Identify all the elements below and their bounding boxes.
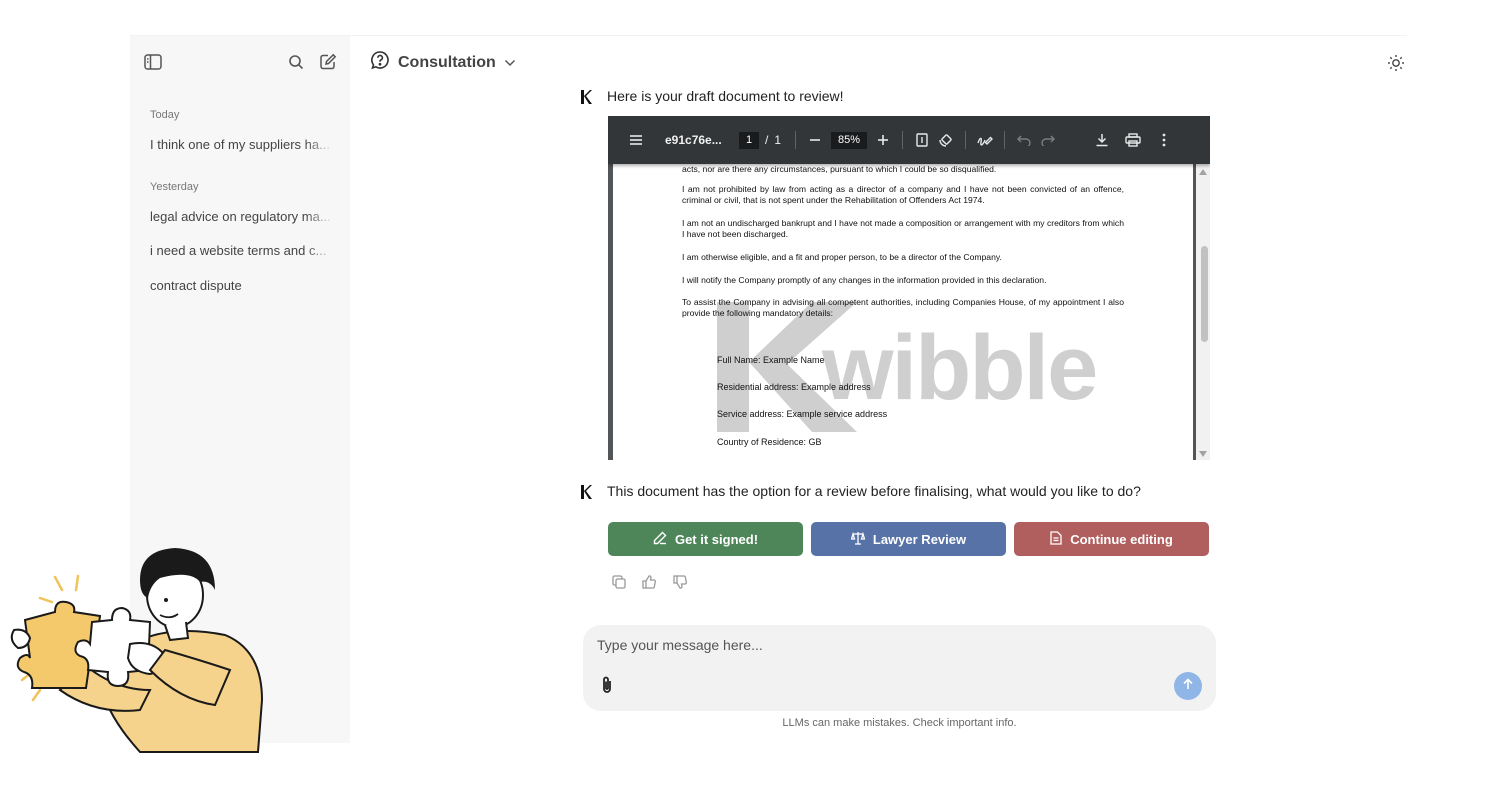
sidebar-item-label: i need a website terms and c... xyxy=(150,243,327,258)
message-composer: Type your message here... xyxy=(583,625,1216,711)
thumbs-up-icon[interactable] xyxy=(641,574,657,590)
message-text: Here is your draft document to review! xyxy=(607,88,844,104)
pdf-filename: e91c76e... xyxy=(665,133,722,147)
sun-icon[interactable] xyxy=(1385,52,1407,74)
get-signed-button[interactable]: Get it signed! xyxy=(608,522,803,556)
rotate-icon[interactable] xyxy=(934,128,958,152)
search-icon[interactable] xyxy=(285,51,307,73)
lawyer-review-label: Lawyer Review xyxy=(872,531,967,547)
pen-icon xyxy=(653,531,667,548)
page-number-input[interactable]: 1 xyxy=(739,131,759,149)
scroll-thumb[interactable] xyxy=(1201,246,1208,342)
send-button[interactable] xyxy=(1174,672,1202,700)
print-icon[interactable] xyxy=(1121,128,1145,152)
pdf-paragraph: I am not prohibited by law from acting a… xyxy=(682,184,1124,205)
pdf-paragraph: acts, nor are there any circumstances, p… xyxy=(682,164,997,174)
sidebar-item-chat[interactable]: i need a website terms and c... xyxy=(150,243,335,258)
watermark-text: wibble xyxy=(822,317,1098,419)
scroll-down-icon[interactable] xyxy=(1199,451,1207,457)
redo-icon[interactable] xyxy=(1036,128,1060,152)
assistant-logo-icon xyxy=(580,485,592,501)
paperclip-icon[interactable] xyxy=(597,674,617,696)
puzzle-person-illustration xyxy=(0,540,280,760)
pdf-paragraph: I am not an undischarged bankrupt and I … xyxy=(682,218,1124,239)
pdf-detail-line: Full Name: Example Name xyxy=(717,355,825,365)
pdf-detail-line: Service address: Example service address xyxy=(717,409,888,419)
sidebar-item-chat[interactable]: contract dispute xyxy=(150,278,335,293)
pdf-detail-line: Country of Residence: GB xyxy=(717,437,822,447)
continue-editing-label: Continue editing xyxy=(1070,531,1173,547)
sidebar-group-today: Today xyxy=(150,109,180,121)
pdf-page: wibble acts, nor are there any circumsta… xyxy=(613,164,1193,460)
scroll-up-icon[interactable] xyxy=(1199,169,1207,175)
sidebar-item-label: I think one of my suppliers ha... xyxy=(150,137,330,152)
pdf-viewer[interactable]: e91c76e... 1 / 1 85% wibble acts, nor ar… xyxy=(608,116,1210,460)
message-text: This document has the option for a revie… xyxy=(607,483,1141,499)
sidebar-item-chat[interactable]: I think one of my suppliers ha... xyxy=(150,137,335,152)
question-bubble-icon xyxy=(370,50,390,75)
new-chat-icon[interactable] xyxy=(317,51,339,73)
pdf-detail-line: Residential address: Example address xyxy=(717,382,871,392)
assistant-message: This document has the option for a revie… xyxy=(580,483,1141,501)
pdf-paragraph: To assist the Company in advising all co… xyxy=(682,297,1124,318)
sidebar-toggle-icon[interactable] xyxy=(142,51,164,73)
chevron-down-icon xyxy=(504,54,516,72)
more-options-icon[interactable] xyxy=(1152,128,1176,152)
download-icon[interactable] xyxy=(1090,128,1114,152)
arrow-up-icon xyxy=(1182,677,1194,695)
zoom-out-icon[interactable] xyxy=(803,128,827,152)
zoom-level-input[interactable]: 85% xyxy=(831,131,868,149)
app-window: Today I think one of my suppliers ha... … xyxy=(130,35,1407,743)
sidebar-group-yesterday: Yesterday xyxy=(150,181,199,193)
copy-icon[interactable] xyxy=(611,574,627,590)
assistant-message: Here is your draft document to review! xyxy=(580,88,844,106)
scales-icon xyxy=(850,531,866,548)
message-input[interactable]: Type your message here... xyxy=(597,637,763,653)
continue-editing-button[interactable]: Continue editing xyxy=(1014,522,1209,556)
sidebar-item-chat[interactable]: legal advice on regulatory ma... xyxy=(150,209,335,224)
pdf-paragraph: I will notify the Company promptly of an… xyxy=(682,275,1047,285)
page-separator: / xyxy=(765,133,769,147)
thumbs-down-icon[interactable] xyxy=(672,574,688,590)
assistant-logo-icon xyxy=(580,90,592,106)
sidebar-item-label: contract dispute xyxy=(150,278,242,293)
conversation-type-dropdown[interactable]: Consultation xyxy=(370,50,516,75)
page-total: 1 xyxy=(774,133,782,147)
pdf-paragraph: I am otherwise eligible, and a fit and p… xyxy=(682,252,1002,262)
page-title: Consultation xyxy=(398,53,496,71)
pdf-toolbar: e91c76e... 1 / 1 85% xyxy=(608,116,1210,164)
disclaimer-text: LLMs can make mistakes. Check important … xyxy=(782,717,1017,729)
fit-page-icon[interactable] xyxy=(910,128,934,152)
zoom-in-icon[interactable] xyxy=(871,128,895,152)
get-signed-label: Get it signed! xyxy=(674,531,759,547)
undo-icon[interactable] xyxy=(1012,128,1036,152)
sidebar-item-label: legal advice on regulatory ma... xyxy=(150,209,331,224)
annotate-icon[interactable] xyxy=(973,128,997,152)
lawyer-review-button[interactable]: Lawyer Review xyxy=(811,522,1006,556)
menu-icon[interactable] xyxy=(624,128,648,152)
document-icon xyxy=(1050,530,1062,548)
